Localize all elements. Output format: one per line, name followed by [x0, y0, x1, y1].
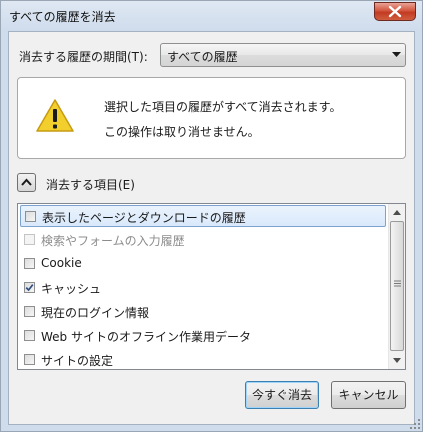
list-item-label: キャッシュ: [41, 282, 102, 296]
close-button[interactable]: [374, 2, 416, 21]
list-item-cookies[interactable]: Cookie: [20, 253, 386, 275]
details-toggle-button[interactable]: [17, 173, 36, 192]
close-icon: [388, 5, 402, 18]
arrow-down-icon: [393, 358, 401, 363]
scroll-up-button[interactable]: [389, 204, 405, 221]
checkbox-form-history: [24, 234, 35, 245]
window-title: すべての履歴を消去: [9, 10, 116, 24]
warning-submessage: この操作は取り消せません。: [104, 125, 260, 139]
checkbox-active-logins[interactable]: [24, 306, 35, 317]
title-bar[interactable]: すべての履歴を消去: [1, 1, 422, 31]
checkbox-browsing-history[interactable]: [25, 211, 36, 222]
list-item-label: Cookie: [41, 256, 82, 270]
items-list: 表示したページとダウンロードの履歴 検索やフォームの入力履歴 Cookie キャ…: [17, 203, 406, 370]
clear-now-button[interactable]: 今すぐ消去: [245, 381, 319, 409]
chevron-up-icon: [21, 178, 32, 186]
chevron-down-icon: [392, 52, 401, 57]
scroll-down-button[interactable]: [389, 352, 405, 369]
list-item-label: 表示したページとダウンロードの履歴: [42, 211, 246, 225]
arrow-up-icon: [393, 210, 401, 215]
vertical-scrollbar[interactable]: [388, 204, 405, 369]
list-item-form-history: 検索やフォームの入力履歴: [20, 229, 386, 251]
list-item-cache[interactable]: キャッシュ: [20, 277, 386, 299]
checkbox-offline-data[interactable]: [24, 330, 35, 341]
checkbox-cache[interactable]: [24, 282, 35, 293]
list-item-label: サイトの設定: [41, 354, 114, 368]
check-icon: [25, 284, 34, 292]
list-item-site-settings[interactable]: サイトの設定: [20, 349, 386, 369]
period-label: 消去する履歴の期間(T):: [19, 50, 148, 64]
period-select-value: すべての履歴: [167, 50, 238, 64]
list-item-label: 検索やフォームの入力履歴: [41, 234, 185, 248]
warning-icon: [36, 99, 74, 132]
warning-message: 選択した項目の履歴がすべて消去されます。: [104, 100, 342, 114]
list-item-label: Web サイトのオフライン作業用データ: [41, 330, 251, 344]
grip-icon: [394, 280, 401, 287]
warning-panel: 選択した項目の履歴がすべて消去されます。 この操作は取り消せません。: [17, 77, 406, 159]
dialog-body: 消去する履歴の期間(T): すべての履歴 選択した項目の履歴がすべて消去されます…: [8, 31, 415, 425]
details-label[interactable]: 消去する項目(E): [46, 176, 135, 193]
list-item-active-logins[interactable]: 現在のログイン情報: [20, 301, 386, 323]
checkbox-cookies[interactable]: [24, 258, 35, 269]
list-item-browsing-history[interactable]: 表示したページとダウンロードの履歴: [20, 205, 386, 227]
checkbox-site-settings[interactable]: [24, 354, 35, 365]
cancel-button[interactable]: キャンセル: [331, 381, 406, 409]
period-select[interactable]: すべての履歴: [160, 43, 406, 67]
list-item-label: 現在のログイン情報: [41, 306, 150, 320]
scroll-thumb[interactable]: [390, 221, 404, 351]
list-item-offline-data[interactable]: Web サイトのオフライン作業用データ: [20, 325, 386, 347]
resize-grip-icon[interactable]: [410, 419, 421, 430]
clear-history-dialog: すべての履歴を消去 消去する履歴の期間(T): すべての履歴 選択した項目の履歴…: [0, 0, 423, 432]
